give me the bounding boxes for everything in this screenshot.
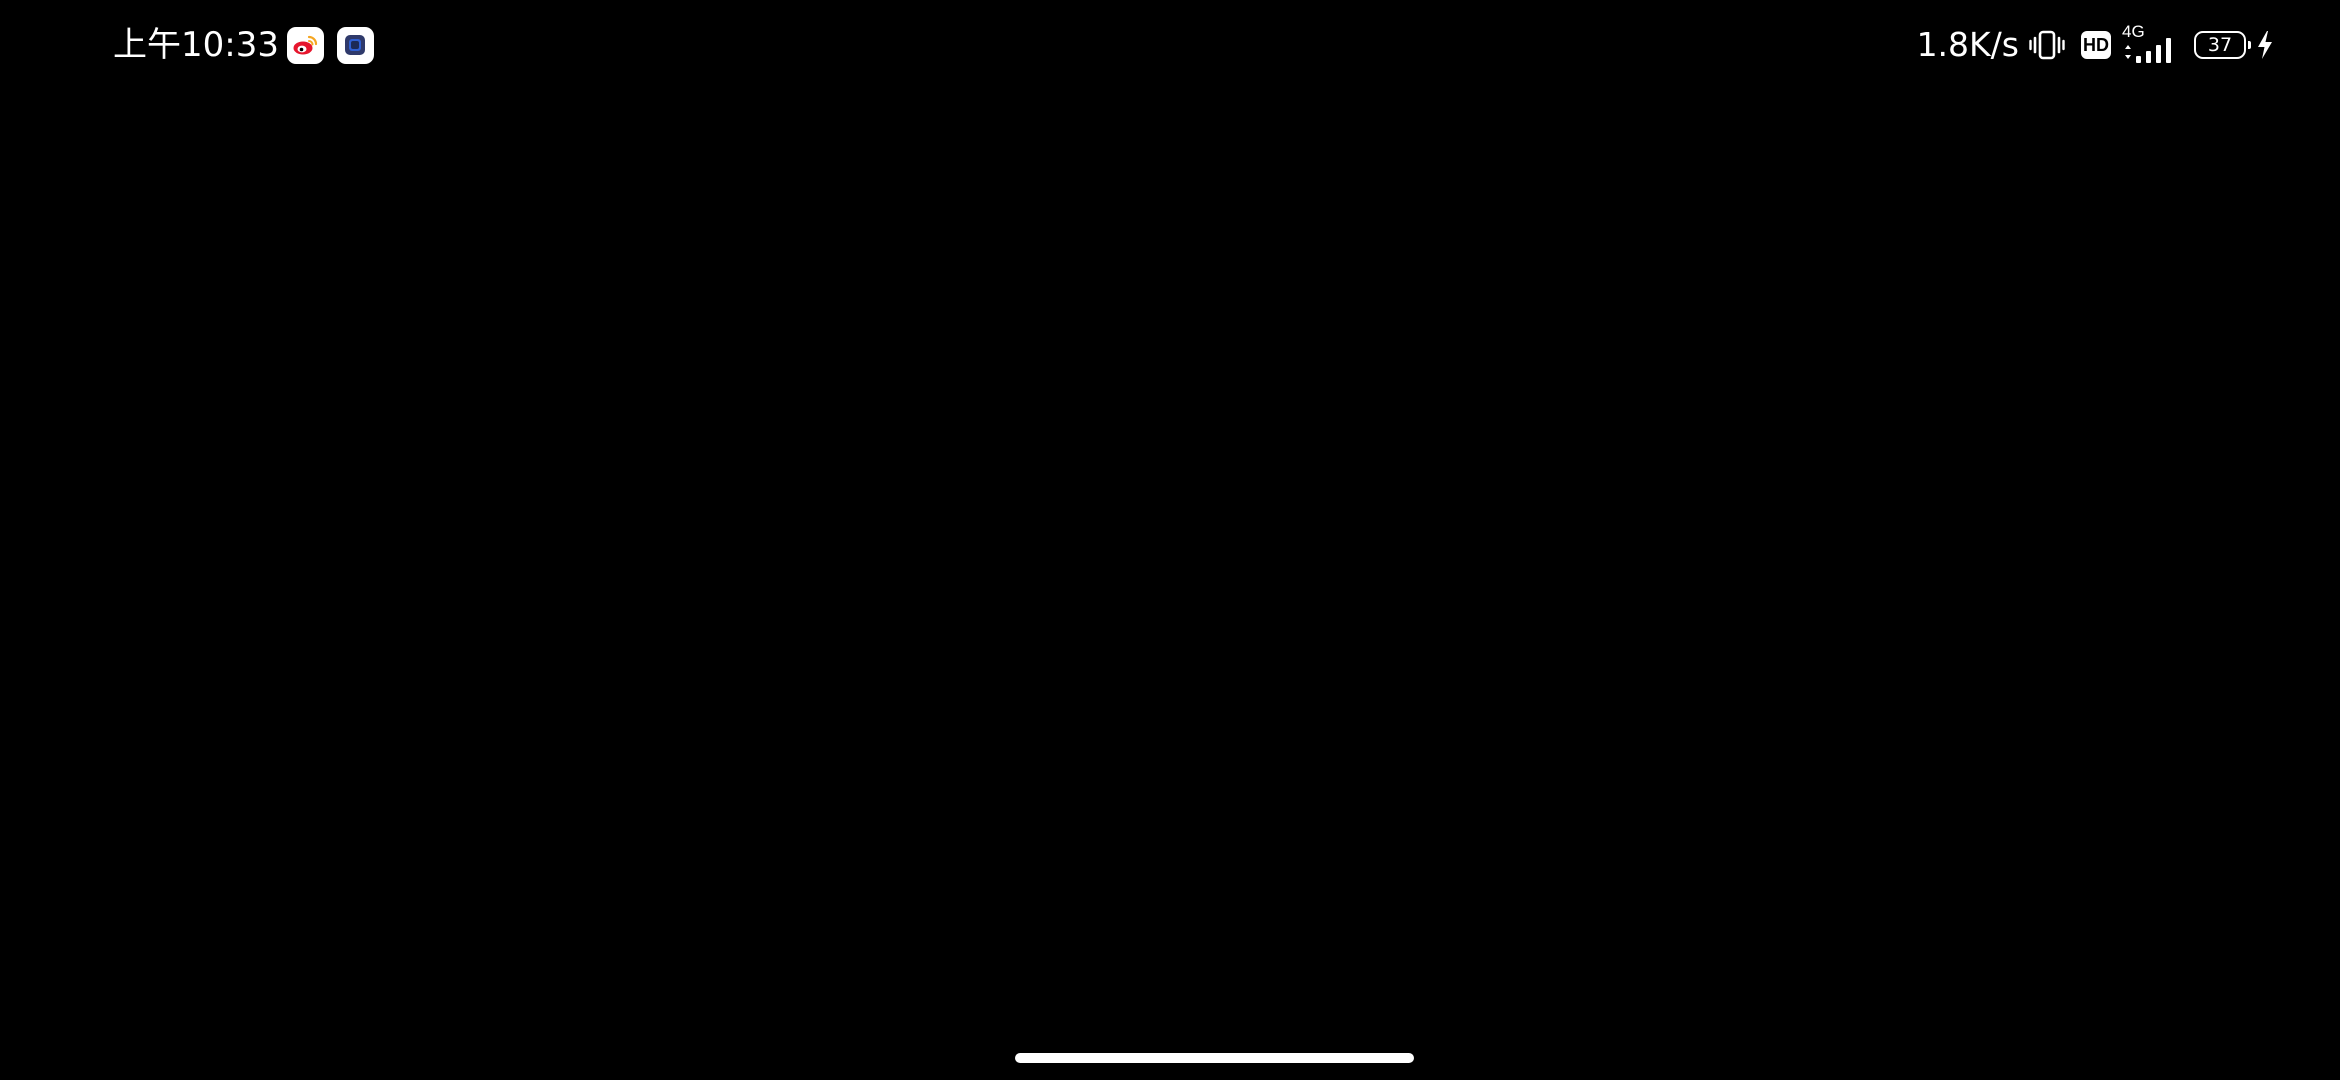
status-bar-right: 1.8K/s HD 4G 37 [1917,22,2274,68]
charging-bolt-icon [2256,30,2274,60]
battery-icon: 37 [2194,31,2251,59]
hd-voice-icon: HD [2081,31,2111,59]
home-indicator-bar[interactable] [1015,1053,1414,1063]
weibo-icon [286,26,324,64]
status-bar: 上午10:33 1.8K/s HD 4G 37 [0,0,2340,90]
app-icon [336,26,374,64]
cellular-signal-icon: 4G [2122,23,2180,65]
clock: 上午10:33 [113,25,279,65]
screen: 上午10:33 1.8K/s HD 4G 37 [0,0,2340,1080]
vibrate-icon [2029,29,2065,61]
battery-level: 37 [2207,34,2233,56]
status-bar-left: 上午10:33 [113,22,374,68]
network-speed: 1.8K/s [1916,25,2019,64]
